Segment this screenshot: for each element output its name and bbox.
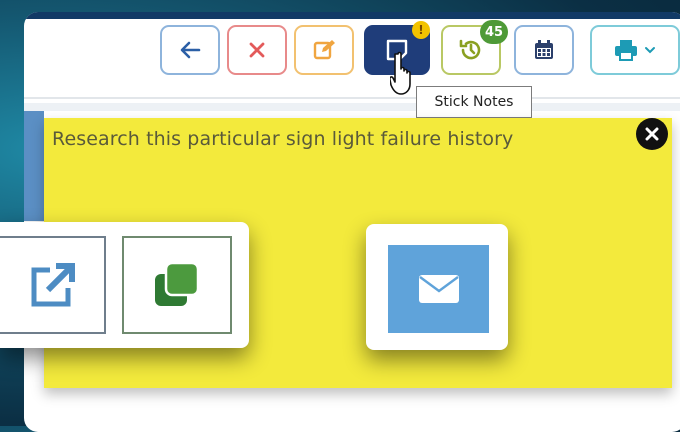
print-button[interactable] [590,25,680,75]
tooltip: Stick Notes [416,86,532,118]
sticky-notes-alert-badge: ! [412,21,430,39]
note-text[interactable]: Research this particular sign light fail… [52,128,612,150]
copy-button[interactable] [122,236,232,334]
side-accent [24,111,44,221]
copy-icon [155,261,200,306]
edit-button[interactable] [294,25,354,75]
history-count-badge: 45 [480,20,508,44]
printer-icon [615,40,637,61]
close-note-button[interactable] [636,118,668,150]
calendar-button[interactable] [514,25,574,75]
chevron-down-icon [645,47,655,54]
envelope-icon [418,275,459,303]
arrow-left-icon [180,41,201,59]
calendar-icon [535,40,553,59]
email-button[interactable] [388,245,489,333]
edit-icon [313,40,335,60]
hand-cursor-icon [390,51,411,95]
x-icon [249,42,265,58]
cancel-button[interactable] [227,25,287,75]
open-external-button[interactable] [0,236,106,334]
divider [24,97,680,99]
back-button[interactable] [160,25,220,75]
divider-band [24,103,680,111]
external-link-icon [31,263,75,307]
history-icon [459,39,481,60]
close-icon [645,127,659,141]
top-strip [24,12,680,19]
